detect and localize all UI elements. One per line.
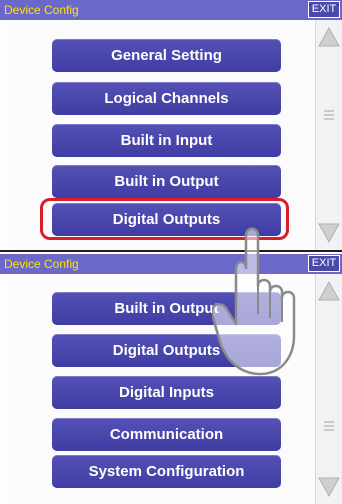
menu-item-general-setting[interactable]: General Setting — [52, 39, 281, 72]
menu-item-built-in-output[interactable]: Built in Output — [52, 165, 281, 198]
menu-item-digital-inputs[interactable]: Digital Inputs — [52, 376, 281, 409]
scrollbar[interactable] — [315, 20, 342, 250]
scroll-thumb-icon[interactable] — [318, 95, 340, 135]
scroll-up-arrow-icon[interactable] — [316, 20, 342, 54]
screenshot-stage: Device Config EXIT General Setting Logic… — [0, 0, 342, 504]
menu-item-digital-outputs[interactable]: Digital Outputs — [52, 334, 281, 367]
menu-item-communication[interactable]: Communication — [52, 418, 281, 451]
menu-item-logical-channels[interactable]: Logical Channels — [52, 82, 281, 115]
scroll-up-arrow-icon[interactable] — [316, 274, 342, 308]
menu-list: Built in Output Digital Outputs Digital … — [10, 274, 316, 504]
scroll-thumb-icon[interactable] — [318, 406, 340, 446]
menu-item-system-configuration[interactable]: System Configuration — [52, 455, 281, 488]
scroll-down-arrow-icon[interactable] — [316, 470, 342, 504]
menu-item-built-in-output[interactable]: Built in Output — [52, 292, 281, 325]
title-bar: Device Config EXIT — [0, 0, 342, 20]
menu-item-built-in-input[interactable]: Built in Input — [52, 124, 281, 157]
exit-button[interactable]: EXIT — [308, 255, 340, 272]
scrollbar[interactable] — [315, 274, 342, 504]
device-config-panel-top: Device Config EXIT General Setting Logic… — [0, 0, 342, 252]
window-title: Device Config — [4, 257, 79, 271]
exit-button[interactable]: EXIT — [308, 1, 340, 18]
title-bar: Device Config EXIT — [0, 254, 342, 274]
device-config-panel-bottom: Device Config EXIT Built in Output Digit… — [0, 254, 342, 504]
selection-highlight — [40, 198, 289, 240]
window-title: Device Config — [4, 3, 79, 17]
scroll-down-arrow-icon[interactable] — [316, 216, 342, 250]
